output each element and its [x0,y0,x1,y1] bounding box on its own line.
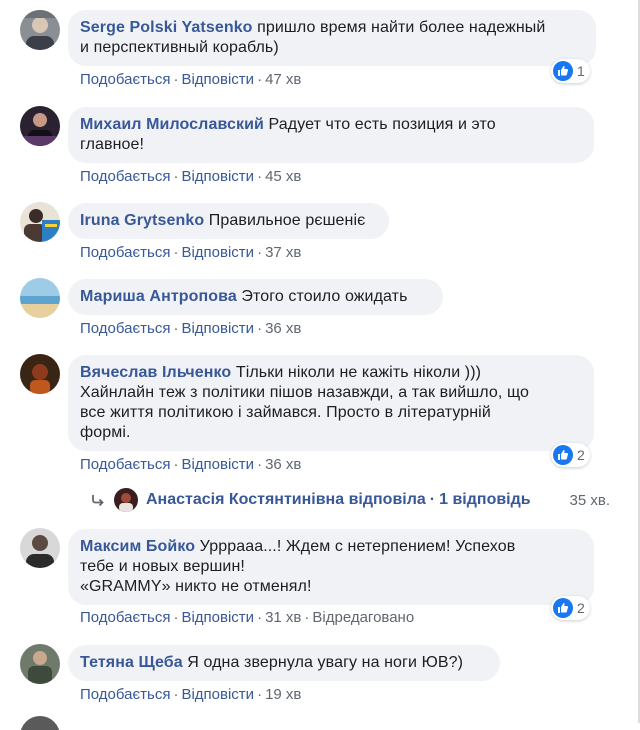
reply-link[interactable]: Відповісти [181,244,254,261]
separator-dot: · [257,244,263,261]
comment-bubble: Тетяна Щеба Я одна звернула увагу на ног… [68,645,500,681]
comment-actions: Подобається · Відповісти · 45 хв [80,168,301,185]
reply-time: 35 хв. [569,491,611,509]
comment-author[interactable]: Тетяна Щеба [80,654,183,671]
reaction-count[interactable]: 2 [551,443,590,467]
comment-time[interactable]: 45 хв [265,168,301,185]
separator-dot: · [304,609,310,626]
comment-author[interactable]: Максим Бойко [80,538,195,555]
separator-dot: · [173,244,179,261]
like-link[interactable]: Подобається [80,244,170,261]
comment-actions: Подобається · Відповісти · 37 хв [80,244,301,261]
like-icon [553,61,573,81]
separator-dot: · [173,686,179,703]
comment-author[interactable]: Михаил Милославский [80,116,264,133]
comment-author[interactable]: Мариша Антропова [80,288,237,305]
comment-bubble: Михаил Милославский Радует что есть пози… [68,107,594,163]
separator-dot: · [257,71,263,88]
reply-link[interactable]: Відповісти [181,686,254,703]
comment-text-line: Урррааа...! Ждем с нетерпением! Успехов [199,538,516,555]
reaction-number: 2 [577,600,585,616]
comment-time[interactable]: 19 хв [265,686,301,703]
separator-dot: · [173,71,179,88]
comment-author[interactable]: Iruna Grytsenko [80,212,204,229]
comment-text-line: тебе и новых вершин! [80,558,245,575]
comment-actions: Подобається · Відповісти · 19 хв [80,686,301,703]
comment-author[interactable]: Вячеслав Ільченко [80,364,231,381]
separator-dot: · [257,686,263,703]
comment-actions: Подобається · Відповісти · 36 хв [80,320,301,337]
avatar[interactable] [20,528,60,568]
like-icon [553,445,573,465]
avatar[interactable] [114,488,138,512]
avatar[interactable] [20,644,60,684]
comment-text-line: Хайнлайн теж з політики пішов назавжди, … [80,384,530,401]
like-link[interactable]: Подобається [80,456,170,473]
reply-link[interactable]: Відповісти [181,168,254,185]
separator-dot: · [173,168,179,185]
like-link[interactable]: Подобається [80,320,170,337]
like-link[interactable]: Подобається [80,168,170,185]
separator-dot: · [257,609,263,626]
comment-text-line: и перспективный корабль) [80,39,279,56]
comment-text-line: формі. [80,424,131,441]
comment-time[interactable]: 47 хв [265,71,301,88]
separator-dot: · [257,320,263,337]
comment-time[interactable]: 36 хв [265,320,301,337]
comment-bubble: Мариша Антропова Этого стоило ожидать [68,279,443,315]
avatar[interactable] [20,202,60,242]
comment-bubble: Максим Бойко Урррааа...! Ждем с нетерпен… [68,529,594,605]
separator-dot: · [173,456,179,473]
avatar[interactable] [20,278,60,318]
comment-time[interactable]: 31 хв [265,609,301,626]
reply-count[interactable]: 1 відповідь [439,491,531,509]
separator-dot: · [173,320,179,337]
like-link[interactable]: Подобається [80,71,170,88]
comment-time[interactable]: 37 хв [265,244,301,261]
comment-actions: Подобається · Відповісти · 36 хв [80,456,301,473]
separator-dot: · [429,491,436,508]
avatar[interactable] [20,106,60,146]
separator-dot: · [257,456,263,473]
comment-text-line: Этого стоило ожидать [241,288,408,305]
reply-link[interactable]: Відповісти [181,456,254,473]
edited-label[interactable]: Відредаговано [312,609,414,626]
reaction-number: 2 [577,447,585,463]
comment-text-line: Правильное рєшенiє [208,212,366,229]
reply-link[interactable]: Відповісти [181,320,254,337]
reply-author[interactable]: Анастасія Костянтинівна [146,491,344,509]
reply-verb: відповіла [348,491,426,508]
comment-text-line: Радует что есть позиция и это [268,116,496,133]
reaction-count[interactable]: 1 [551,59,590,83]
like-link[interactable]: Подобається [80,609,170,626]
comment-text-line: пришло время найти более надежный [257,19,546,36]
comment-text-line: главное! [80,136,145,153]
reply-arrow-icon [92,495,104,507]
comment-text-line: «GRAMMY» никто не отменял! [80,578,312,595]
view-replies-link[interactable]: Анастасія Костянтинівна відповіла · 1 відп… [90,487,610,513]
comment-time[interactable]: 36 хв [265,456,301,473]
avatar[interactable] [20,716,60,730]
reaction-number: 1 [577,63,585,79]
reply-link[interactable]: Відповісти [181,609,254,626]
comment-bubble: Serge Polski Yatsenko пришло время найти… [68,10,596,66]
separator-dot: · [173,609,179,626]
comment-bubble: Вячеслав Ільченко Тільки ніколи не кажіт… [68,355,594,451]
comment-bubble: Iruna Grytsenko Правильное рєшенiє [68,203,389,239]
comment-actions: Подобається · Відповісти · 47 хв [80,71,301,88]
avatar[interactable] [20,354,60,394]
comment-actions: Подобається · Відповісти · 31 хв · Відредагова… [80,609,414,626]
like-icon [553,598,573,618]
comment-text-line: все життя політикою і займався. Просто в… [80,404,491,421]
like-link[interactable]: Подобається [80,686,170,703]
comment-text-line: Я одна звернула увагу на ноги ЮВ?) [187,654,464,671]
reply-link[interactable]: Відповісти [181,71,254,88]
reaction-count[interactable]: 2 [551,596,590,620]
avatar[interactable] [20,10,60,50]
separator-dot: · [257,168,263,185]
comment-text-line: Тільки ніколи не кажіть ніколи ))) [235,364,482,381]
comment-author[interactable]: Serge Polski Yatsenko [80,19,253,36]
